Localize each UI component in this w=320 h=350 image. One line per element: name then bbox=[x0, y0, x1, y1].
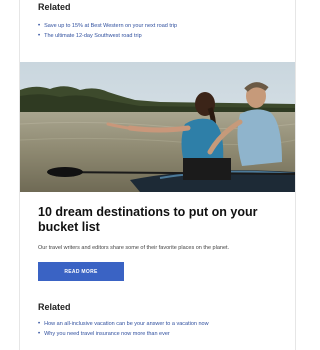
read-more-button[interactable]: READ MORE bbox=[38, 262, 124, 281]
related-link-item[interactable]: • How an all-inclusive vacation can be y… bbox=[38, 319, 283, 329]
related-link-text[interactable]: Save up to 15% at Best Western on your n… bbox=[44, 21, 177, 31]
bullet-icon: • bbox=[38, 321, 41, 327]
article-description: Our travel writers and editors share som… bbox=[38, 245, 230, 251]
related-links-top: • Save up to 15% at Best Western on your… bbox=[38, 21, 277, 41]
related-heading: Related bbox=[38, 2, 71, 12]
bullet-icon: • bbox=[38, 23, 41, 29]
article-block: 10 dream destinations to put on your buc… bbox=[38, 205, 283, 281]
related-link-text[interactable]: The ultimate 12-day Southwest road trip bbox=[44, 31, 142, 41]
bullet-icon: • bbox=[38, 331, 41, 337]
hero-image[interactable] bbox=[20, 62, 295, 192]
related-link-item[interactable]: • Save up to 15% at Best Western on your… bbox=[38, 21, 277, 31]
article-title[interactable]: 10 dream destinations to put on your buc… bbox=[38, 205, 283, 235]
kayak-photo-icon bbox=[20, 62, 295, 192]
related-section-top: Related • Save up to 15% at Best Western… bbox=[20, 0, 295, 41]
related-links-bottom: • How an all-inclusive vacation can be y… bbox=[38, 319, 283, 339]
related-link-text[interactable]: Why you need travel insurance now more t… bbox=[44, 329, 170, 339]
related-link-item[interactable]: • The ultimate 12-day Southwest road tri… bbox=[38, 31, 277, 41]
related-link-text[interactable]: How an all-inclusive vacation can be you… bbox=[44, 319, 208, 329]
bullet-icon: • bbox=[38, 33, 41, 39]
content-card: Related • Save up to 15% at Best Western… bbox=[20, 0, 295, 350]
related-heading: Related bbox=[38, 302, 71, 312]
related-link-item[interactable]: • Why you need travel insurance now more… bbox=[38, 329, 283, 339]
related-section-bottom: Related • How an all-inclusive vacation … bbox=[38, 302, 283, 339]
